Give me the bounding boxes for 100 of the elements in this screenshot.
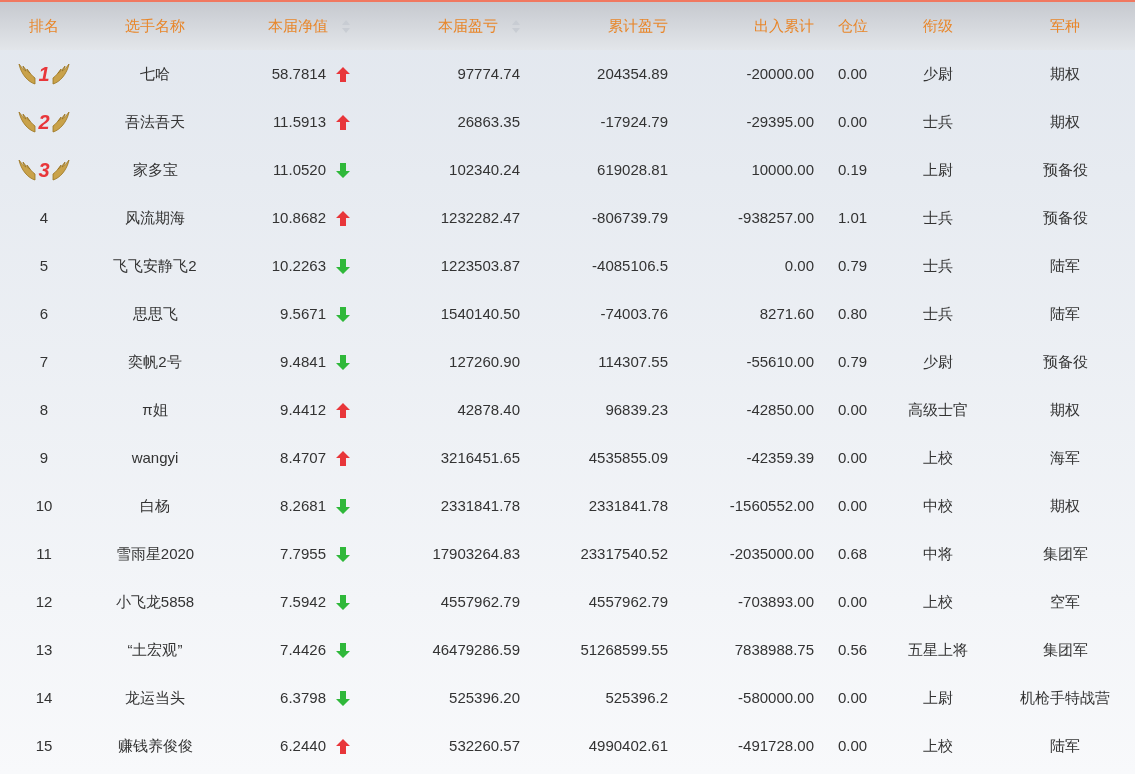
- player-name: 小飞龙5858: [115, 591, 195, 612]
- branch: 预备役: [1042, 159, 1088, 180]
- rank-number: 12: [35, 591, 53, 612]
- session-profit: 26863.35: [457, 111, 520, 132]
- rank-title: 少尉: [922, 63, 953, 84]
- player-name: “土宏观”: [127, 639, 183, 660]
- branch: 陆军: [1050, 735, 1080, 756]
- position-ratio: 0.00: [837, 111, 868, 132]
- player-name: 思思飞: [132, 303, 178, 324]
- position-ratio: 0.00: [837, 63, 868, 84]
- total-profit: 51268599.55: [580, 639, 668, 660]
- rank-title: 士兵: [922, 303, 953, 324]
- player-name: 七哈: [140, 63, 170, 84]
- total-profit: 4990402.61: [588, 735, 668, 756]
- session-profit: 532260.57: [449, 735, 520, 756]
- branch: 集团军: [1042, 639, 1088, 660]
- rank-number: 13: [35, 639, 53, 660]
- rank-number: 1: [38, 64, 50, 84]
- session-profit: 17903264.83: [432, 543, 520, 564]
- rank-number: 15: [35, 735, 53, 756]
- in-out-total: -55610.00: [746, 351, 814, 372]
- in-out-total: -703893.00: [738, 591, 814, 612]
- total-profit: 114307.55: [598, 351, 668, 372]
- total-profit: -74003.76: [600, 303, 668, 324]
- net-value: 11.0520: [272, 159, 326, 180]
- column-header: 累计盈亏: [608, 15, 668, 36]
- net-value: 8.4707: [280, 447, 326, 468]
- in-out-total: -20000.00: [746, 63, 814, 84]
- rank-number: 9: [39, 447, 49, 468]
- position-ratio: 0.00: [837, 495, 868, 516]
- session-profit: 525396.20: [449, 687, 520, 708]
- wing-icon: [51, 158, 70, 182]
- total-profit: 4557962.79: [588, 591, 668, 612]
- rank-number: 2: [38, 112, 50, 132]
- column-header[interactable]: 本届盈亏: [438, 14, 498, 38]
- position-ratio: 0.00: [837, 687, 868, 708]
- player-name: 吾法吾天: [125, 111, 185, 132]
- net-value: 9.4841: [280, 351, 326, 372]
- column-header: 衔级: [922, 15, 953, 36]
- rank-title: 上校: [922, 735, 953, 756]
- column-header: 出入累计: [754, 15, 814, 36]
- position-ratio: 0.00: [837, 399, 868, 420]
- total-profit: 2331841.78: [588, 495, 668, 516]
- session-profit: 1232282.47: [440, 207, 520, 228]
- rank-number: 7: [39, 351, 49, 372]
- player-name: 白杨: [140, 495, 170, 516]
- net-value: 7.4426: [280, 639, 326, 660]
- player-name: π姐: [142, 399, 168, 420]
- session-profit: 3216451.65: [440, 447, 520, 468]
- session-profit: 1540140.50: [440, 303, 520, 324]
- branch: 预备役: [1042, 351, 1088, 372]
- session-profit: 46479286.59: [432, 639, 520, 660]
- in-out-total: -42850.00: [746, 399, 814, 420]
- wing-icon: [18, 62, 37, 86]
- position-ratio: 0.00: [837, 447, 868, 468]
- position-ratio: 0.56: [837, 639, 868, 660]
- net-value: 6.3798: [280, 687, 326, 708]
- rank-title: 少尉: [922, 351, 953, 372]
- total-profit: -17924.79: [600, 111, 668, 132]
- rank-number: 10: [35, 495, 53, 516]
- rank-title: 上校: [922, 447, 953, 468]
- rank-number: 6: [39, 303, 49, 324]
- position-ratio: 0.00: [837, 735, 868, 756]
- in-out-total: 7838988.75: [734, 639, 814, 660]
- in-out-total: -1560552.00: [729, 495, 814, 516]
- in-out-total: -29395.00: [746, 111, 814, 132]
- rank-title: 五星上将: [907, 639, 968, 660]
- column-header: 仓位: [837, 15, 868, 36]
- position-ratio: 0.80: [837, 303, 868, 324]
- session-profit: 1223503.87: [440, 255, 520, 276]
- rank-title: 士兵: [922, 255, 953, 276]
- in-out-total: -938257.00: [738, 207, 814, 228]
- position-ratio: 1.01: [837, 207, 868, 228]
- rank-title: 高级士官: [907, 399, 968, 420]
- rank-title: 士兵: [922, 207, 953, 228]
- net-value: 10.8682: [271, 207, 326, 228]
- net-value: 10.2263: [271, 255, 326, 276]
- net-value: 6.2440: [280, 735, 326, 756]
- position-ratio: 0.19: [837, 159, 868, 180]
- net-value: 9.5671: [280, 303, 326, 324]
- in-out-total: -580000.00: [738, 687, 814, 708]
- total-profit: 619028.81: [597, 159, 668, 180]
- net-value: 8.2681: [280, 495, 326, 516]
- rank-title: 上尉: [922, 687, 953, 708]
- rank-number: 4: [39, 207, 49, 228]
- in-out-total: 8271.60: [759, 303, 814, 324]
- rank-title: 上校: [922, 591, 953, 612]
- in-out-total: -2035000.00: [729, 543, 814, 564]
- branch: 陆军: [1050, 255, 1080, 276]
- in-out-total: -491728.00: [738, 735, 814, 756]
- rank-number: 5: [39, 255, 49, 276]
- rank-number: 3: [38, 160, 50, 180]
- player-name: 风流期海: [125, 207, 185, 228]
- session-profit: 2331841.78: [440, 495, 520, 516]
- total-profit: -4085106.5: [592, 255, 668, 276]
- column-header: 排名: [29, 15, 59, 36]
- column-header[interactable]: 本届净值: [268, 14, 328, 38]
- player-name: 雪雨星2020: [115, 543, 195, 564]
- in-out-total: 10000.00: [751, 159, 814, 180]
- rank-number: 11: [36, 543, 52, 564]
